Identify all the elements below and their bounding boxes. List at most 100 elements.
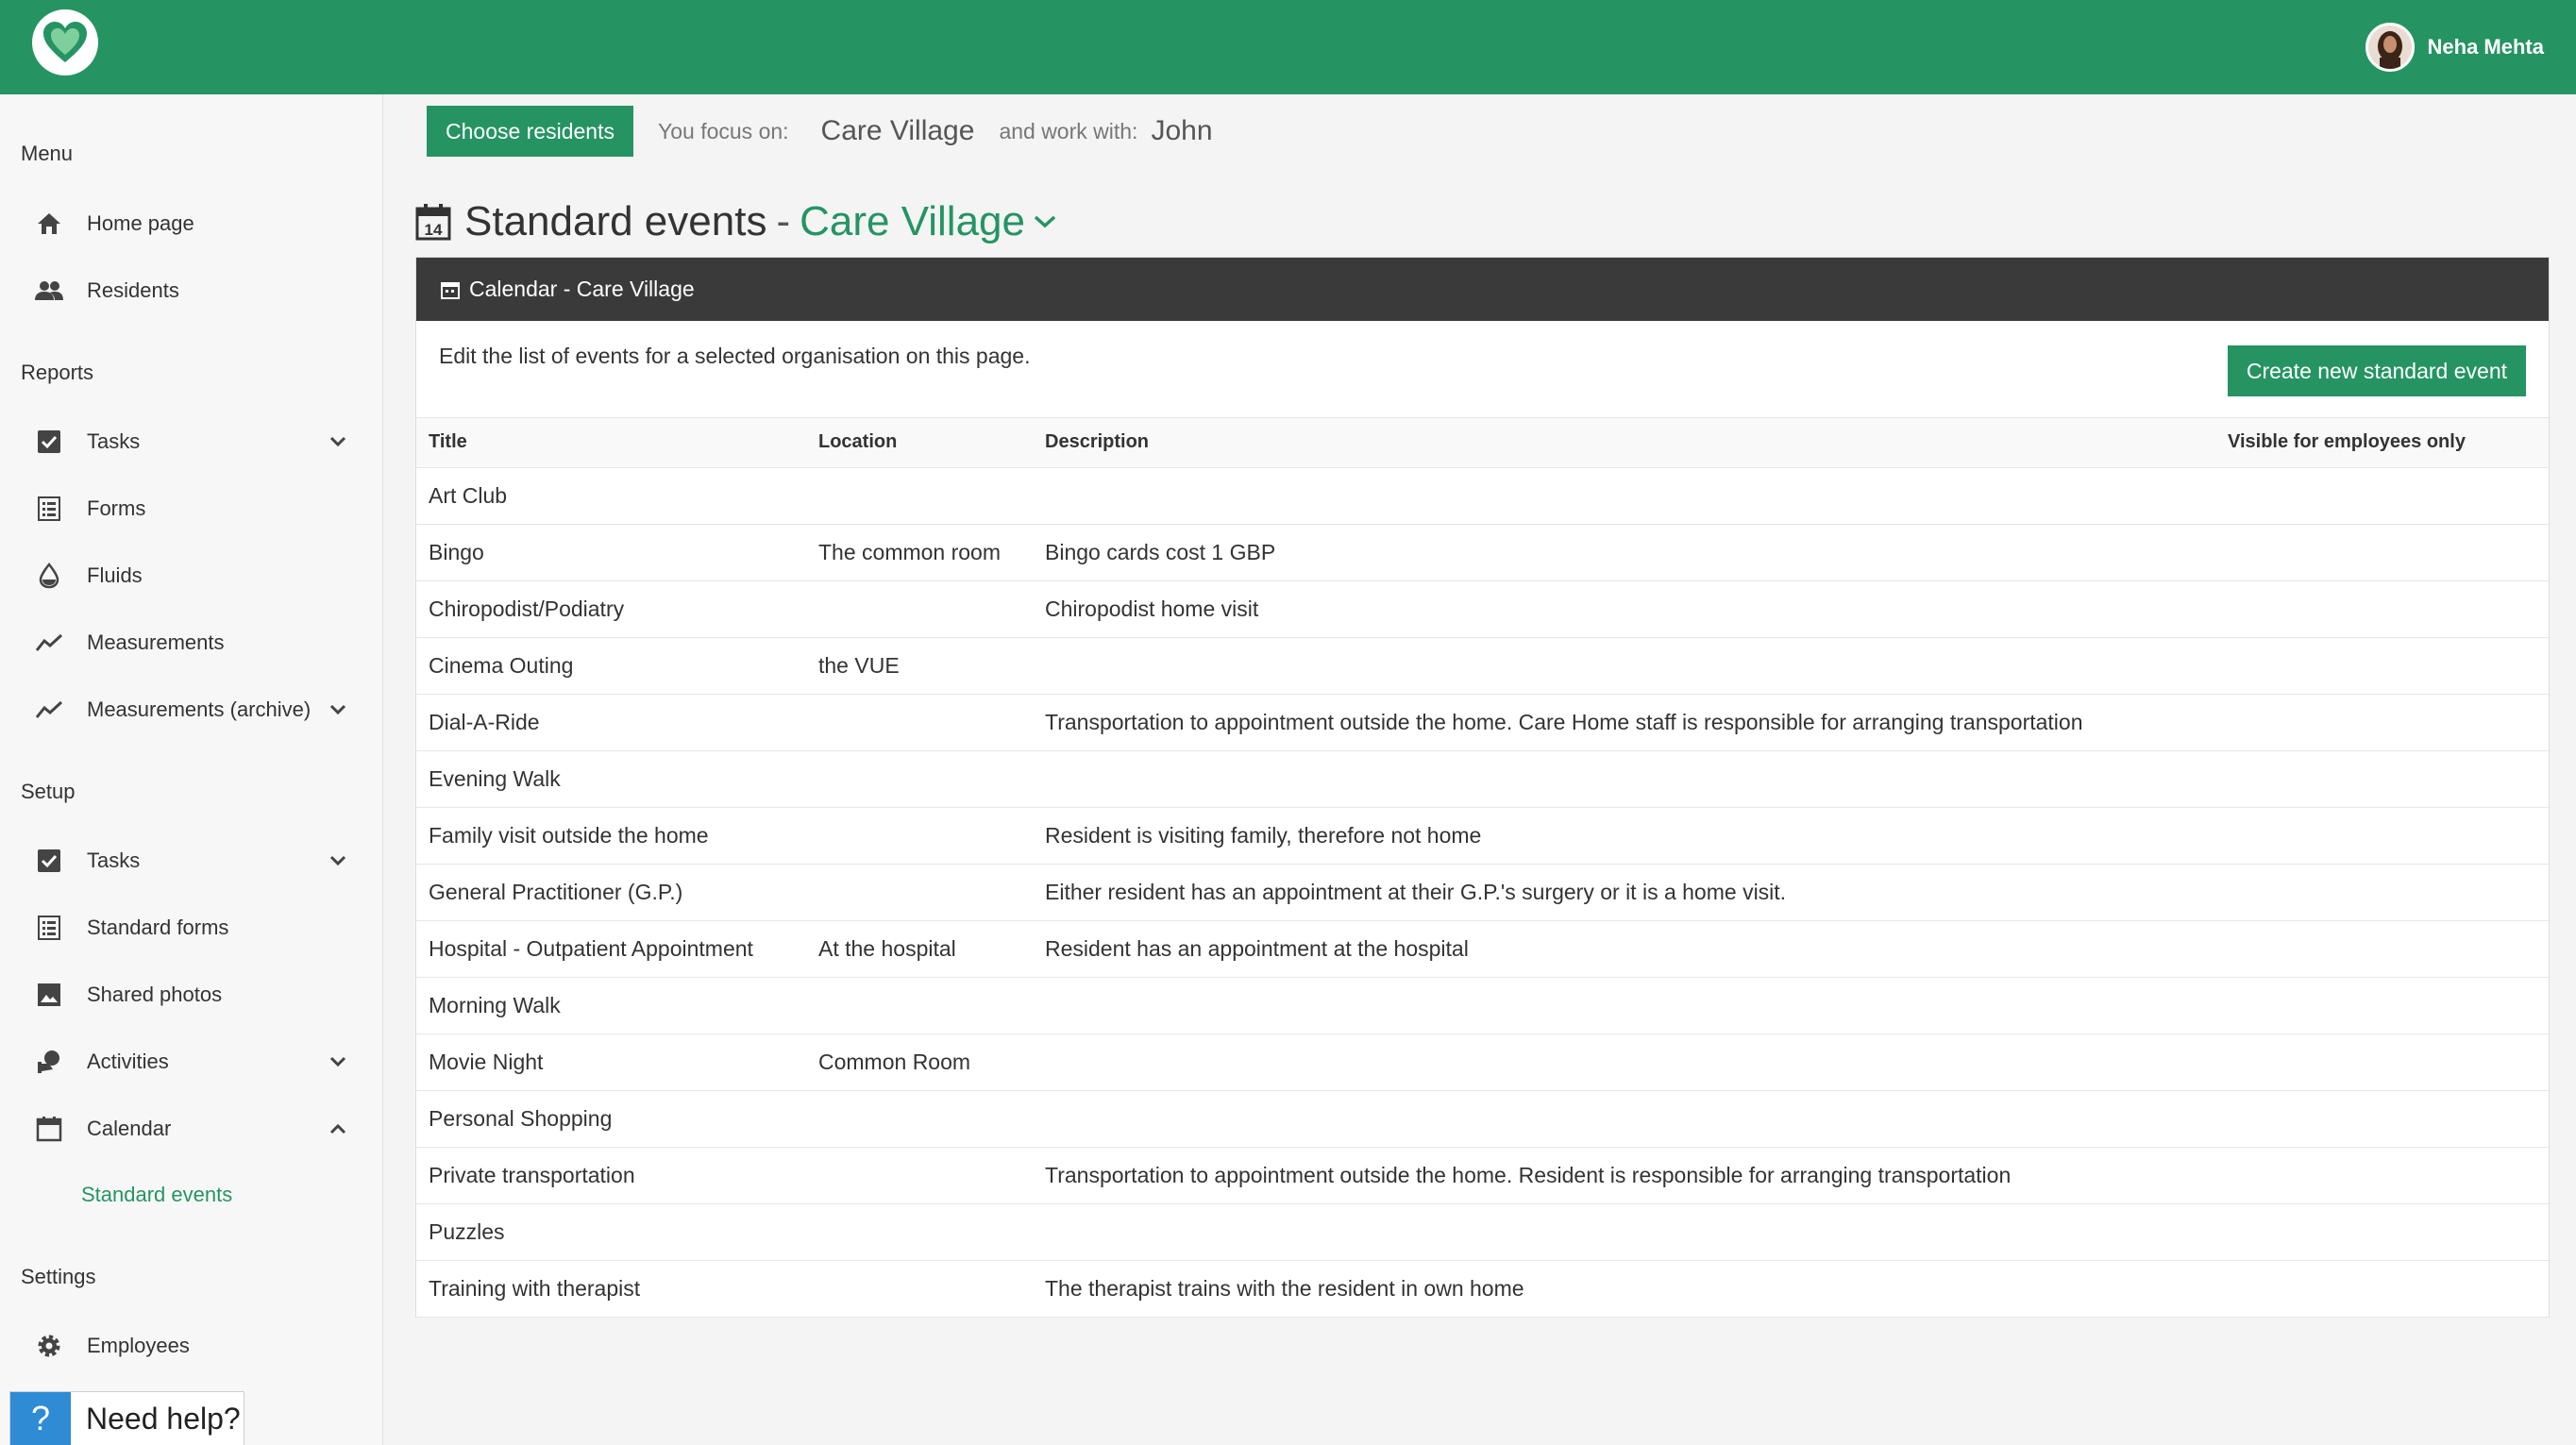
cell-title: Training with therapist <box>416 1260 806 1318</box>
cell-title: Private transportation <box>416 1147 806 1204</box>
column-header-location[interactable]: Location <box>806 418 1033 468</box>
sidebar-item-forms[interactable]: Forms <box>21 482 351 535</box>
cell-description: Bingo cards cost 1 GBP <box>1033 524 2215 581</box>
sidebar-item-standard-events[interactable]: Standard events <box>81 1183 232 1207</box>
sidebar-item-label: Measurements (archive) <box>87 697 311 721</box>
cell-description: The therapist trains with the resident i… <box>1033 1260 2215 1318</box>
sidebar-item-label: Home page <box>87 211 194 235</box>
cell-description <box>1033 1203 2215 1261</box>
user-name: Neha Mehta <box>2427 35 2544 59</box>
events-table: Title Location Description Visible for e… <box>416 418 2549 1318</box>
chevron-down-icon[interactable] <box>1033 214 1057 229</box>
cell-location <box>806 694 1033 751</box>
cell-visible-for-employees <box>2215 1147 2549 1204</box>
table-row[interactable]: Bingo The common room Bingo cards cost 1 G… <box>416 524 2549 581</box>
top-bar: Neha Mehta <box>0 0 2576 94</box>
sidebar-item-calendar[interactable]: Calendar <box>21 1102 351 1155</box>
table-row[interactable]: Movie Night Common Room <box>416 1033 2549 1091</box>
sidebar-item-measurements-archive[interactable]: Measurements (archive) <box>21 683 351 736</box>
cell-visible-for-employees <box>2215 1090 2549 1148</box>
sidebar-item-standard-forms[interactable]: Standard forms <box>21 901 351 954</box>
chevron-up-icon[interactable] <box>325 1116 351 1142</box>
chevron-down-icon[interactable] <box>325 428 351 455</box>
table-row[interactable]: General Practitioner (G.P.) Either reside… <box>416 864 2549 921</box>
cell-title: Morning Walk <box>416 977 806 1034</box>
panel-header: Calendar - Care Village <box>416 258 2549 321</box>
cell-title: Dial-A-Ride <box>416 694 806 751</box>
svg-text:14: 14 <box>425 221 443 239</box>
cell-location: The common room <box>806 524 1033 581</box>
column-header-visible-for-employees[interactable]: Visible for employees only <box>2215 418 2549 468</box>
need-help-button[interactable]: ? Need help? <box>9 1391 244 1445</box>
menu-heading: Menu <box>21 142 74 165</box>
organisation-selector[interactable]: Care Village <box>800 198 1025 245</box>
table-row[interactable]: Training with therapist The therapist tra… <box>416 1260 2549 1318</box>
sidebar-item-label: Measurements <box>87 630 225 654</box>
cell-title: Hospital - Outpatient Appointment <box>416 920 806 978</box>
sidebar-item-label: Standard forms <box>87 916 229 939</box>
cell-location <box>806 864 1033 921</box>
table-row[interactable]: Morning Walk <box>416 977 2549 1034</box>
cell-location <box>806 977 1033 1034</box>
table-row[interactable]: Cinema Outing the VUE <box>416 637 2549 695</box>
sidebar-item-measurements[interactable]: Measurements <box>21 616 351 669</box>
cell-description: Resident is visiting family, therefore n… <box>1033 807 2215 865</box>
table-row[interactable]: Personal Shopping <box>416 1090 2549 1148</box>
cell-title: Movie Night <box>416 1033 806 1091</box>
column-header-description[interactable]: Description <box>1033 418 2215 468</box>
sidebar-item-label: Tasks <box>87 429 141 453</box>
cell-visible-for-employees <box>2215 864 2549 921</box>
events-panel: Calendar - Care Village Edit the list of… <box>415 257 2550 1318</box>
cell-visible-for-employees <box>2215 750 2549 808</box>
sidebar-item-home-page[interactable]: Home page <box>21 197 351 250</box>
cell-visible-for-employees <box>2215 1033 2549 1091</box>
column-header-title[interactable]: Title <box>416 418 806 468</box>
cell-visible-for-employees <box>2215 637 2549 695</box>
chevron-down-icon[interactable] <box>325 697 351 723</box>
table-row[interactable]: Private transportation Transportation to … <box>416 1147 2549 1204</box>
cell-location <box>806 1260 1033 1318</box>
activity-icon <box>32 1045 66 1079</box>
sidebar-item-shared-photos[interactable]: Shared photos <box>21 968 351 1021</box>
calendar-icon <box>32 1112 66 1146</box>
sidebar-item-setup-tasks[interactable]: Tasks <box>21 834 351 887</box>
cell-title: Evening Walk <box>416 750 806 808</box>
chevron-down-icon[interactable] <box>325 1049 351 1075</box>
table-row[interactable]: Puzzles <box>416 1203 2549 1261</box>
gear-icon <box>32 1329 66 1363</box>
cell-location <box>806 580 1033 638</box>
cell-location <box>806 750 1033 808</box>
cell-description: Transportation to appointment outside th… <box>1033 694 2215 751</box>
cell-title: Cinema Outing <box>416 637 806 695</box>
table-row[interactable]: Family visit outside the home Resident is… <box>416 807 2549 865</box>
choose-residents-button[interactable]: Choose residents <box>427 106 633 157</box>
image-icon <box>32 978 66 1012</box>
chevron-down-icon[interactable] <box>325 848 351 874</box>
panel-intro: Edit the list of events for a selected o… <box>416 321 2549 418</box>
sidebar-item-employees[interactable]: Employees <box>21 1319 351 1372</box>
sidebar-item-fluids[interactable]: Fluids <box>21 549 351 602</box>
table-row[interactable]: Dial-A-Ride Transportation to appointment… <box>416 694 2549 751</box>
table-row[interactable]: Evening Walk <box>416 750 2549 808</box>
sidebar-item-reports-tasks[interactable]: Tasks <box>21 415 351 468</box>
focus-value: Care Village <box>820 115 975 146</box>
drop-icon <box>32 559 66 593</box>
cell-description <box>1033 1090 2215 1148</box>
cell-location: the VUE <box>806 637 1033 695</box>
cell-title: General Practitioner (G.P.) <box>416 864 806 921</box>
sidebar-item-residents[interactable]: Residents <box>21 264 351 317</box>
table-row[interactable]: Chiropodist/Podiatry Chiropodist home vis… <box>416 580 2549 638</box>
cell-visible-for-employees <box>2215 467 2549 525</box>
cell-location <box>806 1203 1033 1261</box>
user-menu[interactable]: Neha Mehta <box>2365 21 2544 74</box>
work-with-label: and work with: <box>999 118 1138 143</box>
app-logo[interactable] <box>32 9 98 76</box>
table-row[interactable]: Hospital - Outpatient Appointment At the … <box>416 920 2549 978</box>
cell-location <box>806 1147 1033 1204</box>
create-standard-event-button[interactable]: Create new standard event <box>2227 345 2526 396</box>
sidebar-item-activities[interactable]: Activities <box>21 1035 351 1088</box>
cell-description <box>1033 637 2215 695</box>
table-row[interactable]: Art Club <box>416 467 2549 525</box>
cell-location <box>806 1090 1033 1148</box>
sidebar-item-label: Activities <box>87 1050 169 1073</box>
